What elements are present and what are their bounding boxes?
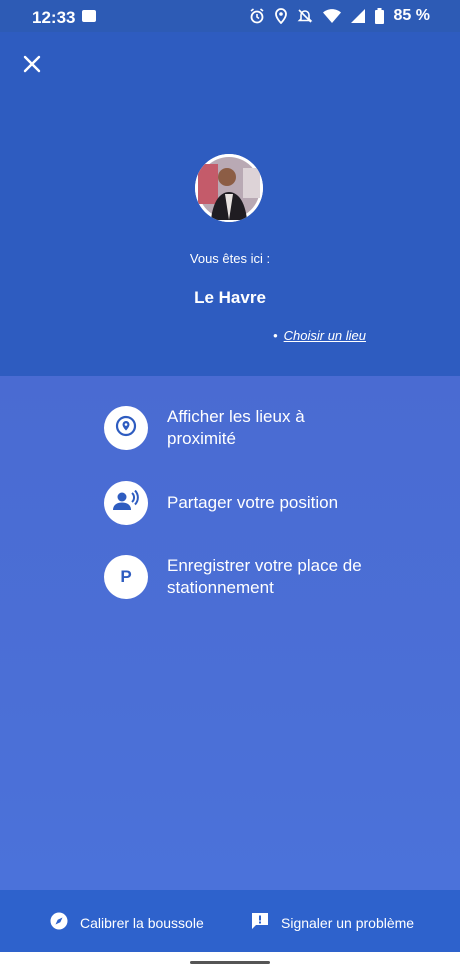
current-city: Le Havre <box>194 288 266 307</box>
action-label: Afficher les lieux à proximité <box>167 407 305 448</box>
nearby-places-action[interactable]: Afficher les lieux à proximité <box>104 406 377 450</box>
close-icon <box>23 55 41 78</box>
choose-place-link[interactable]: Choisir un lieu <box>284 328 366 343</box>
action-icon-circle <box>104 406 148 450</box>
report-problem-label: Signaler un problème <box>281 914 415 931</box>
avatar[interactable] <box>195 154 263 222</box>
status-time: 12:33 <box>32 8 76 27</box>
status-bar: 12:33 85 % <box>0 0 460 32</box>
compass-icon <box>50 912 68 933</box>
choose-place-row: • Choisir un lieu <box>273 328 366 343</box>
calibrate-compass-label: Calibrer la boussole <box>80 914 204 931</box>
calibrate-compass-button[interactable]: Calibrer la boussole <box>50 912 204 933</box>
navigation-bar <box>0 952 460 971</box>
parking-icon: P <box>120 567 132 586</box>
place-icon <box>115 415 137 442</box>
map-background: Afficher les lieux à proximité Partager … <box>0 376 460 890</box>
action-icon-circle <box>104 481 148 525</box>
action-icon-circle: P <box>104 555 148 599</box>
you-are-here-label: Vous êtes ici : <box>189 251 271 266</box>
image-icon <box>82 10 96 22</box>
share-location-icon <box>113 489 139 517</box>
battery-icon <box>374 8 384 24</box>
status-icons: 85 % <box>249 7 430 25</box>
notifications-off-icon <box>297 8 313 24</box>
action-label: Partager votre position <box>167 493 339 512</box>
share-location-action[interactable]: Partager votre position <box>104 481 377 525</box>
action-label: Enregistrer votre place de stationnement <box>167 556 362 597</box>
report-problem-button[interactable]: Signaler un problème <box>251 912 414 933</box>
battery-percentage: 85 % <box>393 7 430 24</box>
feedback-icon <box>251 912 269 933</box>
home-gesture-handle[interactable] <box>190 961 270 964</box>
save-parking-action[interactable]: P Enregistrer votre place de stationneme… <box>104 555 377 599</box>
bullet: • <box>273 328 278 343</box>
location-icon <box>274 8 287 24</box>
signal-icon <box>350 9 365 23</box>
close-button[interactable] <box>16 50 48 82</box>
location-header: Vous êtes ici : Le Havre • Choisir un li… <box>0 32 460 376</box>
bottom-bar: Calibrer la boussole Signaler un problèm… <box>0 890 460 952</box>
wifi-icon <box>322 8 341 24</box>
alarm-icon <box>249 8 265 24</box>
